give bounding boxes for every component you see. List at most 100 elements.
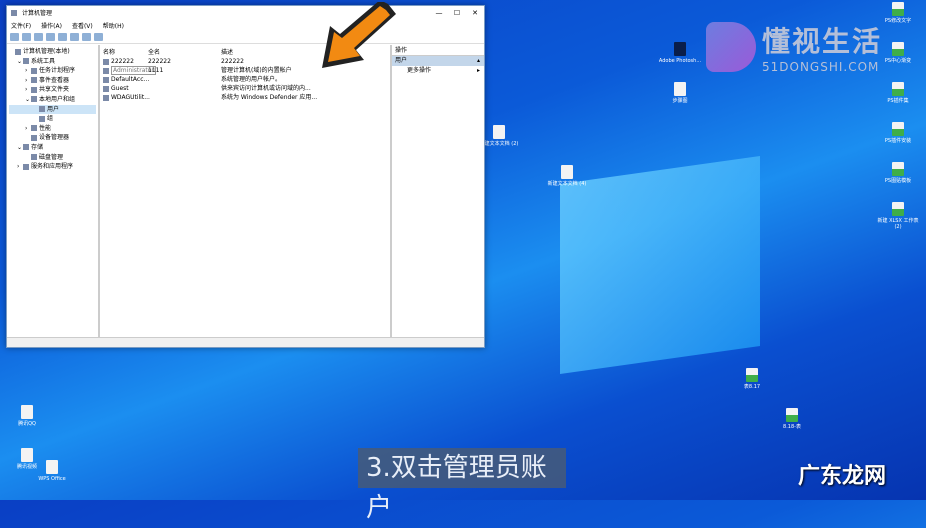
- export-icon[interactable]: [70, 33, 79, 41]
- logo-mark-icon: [706, 22, 756, 72]
- user-icon: [103, 67, 109, 74]
- table-row[interactable]: DefaultAcc... 系统管理的用户帐户。: [100, 75, 390, 84]
- back-icon[interactable]: [10, 33, 19, 41]
- tree-item-label: 用户: [47, 105, 60, 113]
- tree-item-label: 组: [47, 115, 54, 123]
- tree-item-label: 存储: [31, 143, 44, 151]
- column-fullname[interactable]: 全名: [148, 48, 221, 57]
- up-folder-icon[interactable]: [34, 33, 43, 41]
- desktop-icon-label: 8.18-表: [783, 424, 801, 430]
- table-row[interactable]: WDAGUtilit... 系统为 Windows Defender 应用...: [100, 93, 390, 102]
- user-description: 供来宾访问计算机或访问域的内...: [221, 85, 311, 92]
- tree-item-label: 共享文件夹: [39, 86, 70, 94]
- tree-item[interactable]: 设备管理器: [9, 133, 96, 143]
- desktop-icon-label: PS插件集: [887, 98, 909, 104]
- tree-item[interactable]: 用户: [9, 104, 96, 115]
- file-icon: [21, 448, 33, 462]
- menu-view[interactable]: 查看(V): [72, 21, 93, 30]
- tree-item[interactable]: ⌄ 存储: [9, 143, 96, 153]
- tree-item[interactable]: 组: [9, 114, 96, 124]
- desktop-icon[interactable]: 腾讯视频: [5, 448, 49, 470]
- desktop-icon[interactable]: 步骤图: [658, 82, 702, 104]
- tree-item-label: 性能: [39, 124, 52, 132]
- desktop-icon-label: Adobe Photosh...: [658, 58, 702, 64]
- submenu-arrow-icon: ▸: [476, 67, 480, 74]
- actions-section-users[interactable]: 用户 ▴: [392, 56, 484, 66]
- logo-watermark: 懂视生活 51DONGSHI.COM: [706, 20, 882, 74]
- tree-node-icon: [39, 115, 45, 122]
- column-name[interactable]: 名称: [100, 48, 148, 57]
- desktop-icon[interactable]: 腾讯QQ: [5, 405, 49, 427]
- subtitle-caption: 3.双击管理员账户: [358, 448, 566, 523]
- tree-node-icon: [31, 134, 37, 141]
- user-fullname: 1111: [148, 67, 164, 74]
- tree-item[interactable]: › 任务计划程序: [9, 66, 96, 76]
- user-icon: [103, 58, 109, 65]
- computer-management-icon: [11, 9, 17, 16]
- desktop-icon[interactable]: PS图贴模板: [876, 162, 920, 184]
- desktop-icon-label: WPS Office: [38, 476, 66, 482]
- tree-item-label: 系统工具: [31, 57, 56, 65]
- tree-item[interactable]: ⌄ 系统工具: [9, 57, 96, 67]
- desktop-icon[interactable]: 表8.17: [730, 368, 774, 390]
- tree-item[interactable]: 磁盘管理: [9, 153, 96, 163]
- desktop-icon[interactable]: Adobe Photosh...: [658, 42, 702, 64]
- wallpaper-window-logo: [560, 155, 760, 375]
- user-name: Guest: [111, 85, 129, 92]
- tree-item[interactable]: › 服务和应用程序: [9, 162, 96, 172]
- file-icon: [892, 122, 904, 136]
- table-row[interactable]: Guest 供来宾访问计算机或访问域的内...: [100, 84, 390, 93]
- desktop-icon-label: PS修改文字: [884, 18, 912, 24]
- close-button[interactable]: ✕: [466, 9, 484, 17]
- tree-item-label: 设备管理器: [39, 134, 70, 142]
- menu-action[interactable]: 操作(A): [41, 21, 62, 30]
- file-icon: [786, 408, 798, 422]
- action-pane-icon[interactable]: [94, 33, 103, 41]
- logo-name: 懂视生活: [762, 25, 883, 58]
- tree-node-icon: [31, 67, 37, 74]
- desktop-icon-label: 新建文本文档 (4): [547, 181, 587, 187]
- user-fullname: [148, 75, 221, 84]
- menu-file[interactable]: 文件(F): [11, 21, 31, 30]
- desktop-icon[interactable]: 新建文本文档 (4): [545, 165, 589, 187]
- desktop-icon[interactable]: 新建 XLSX 工作表 (2): [876, 202, 920, 230]
- tree-node-icon: [23, 163, 29, 170]
- desktop-icon[interactable]: PS中心渐变: [876, 42, 920, 64]
- menu-help[interactable]: 帮助(H): [103, 21, 124, 30]
- refresh-icon[interactable]: [58, 33, 67, 41]
- tree-node-icon: [31, 77, 37, 84]
- desktop-icon-label: PS图贴模板: [884, 178, 912, 184]
- user-fullname: [148, 84, 221, 93]
- help-icon[interactable]: [82, 33, 91, 41]
- file-icon: [674, 42, 686, 56]
- user-name: 222222: [111, 58, 134, 65]
- forward-icon[interactable]: [22, 33, 31, 41]
- desktop-icon[interactable]: PS修改文字: [876, 2, 920, 24]
- tree-item[interactable]: ⌄ 本地用户和组: [9, 95, 96, 105]
- tree-item[interactable]: 计算机管理(本地): [9, 47, 96, 57]
- title-bar: 计算机管理 — ☐ ✕: [7, 6, 484, 19]
- collapse-icon: ▴: [476, 57, 480, 64]
- site-watermark: 广东龙网: [798, 464, 887, 489]
- maximize-button[interactable]: ☐: [448, 9, 466, 17]
- desktop-icon[interactable]: 8.18-表: [770, 408, 814, 430]
- desktop-icon-label: 新建 XLSX 工作表 (2): [877, 218, 919, 230]
- tree-item[interactable]: › 共享文件夹: [9, 85, 96, 95]
- tree-item[interactable]: › 性能: [9, 124, 96, 134]
- tree-item[interactable]: › 事件查看器: [9, 76, 96, 86]
- tree-node-icon: [31, 154, 37, 161]
- show-tree-icon[interactable]: [46, 33, 55, 41]
- tree-item-label: 事件查看器: [39, 76, 70, 84]
- orange-arrow-annotation-icon: [322, 2, 396, 68]
- desktop-icon-label: 步骤图: [672, 98, 688, 104]
- tree-item-label: 计算机管理(本地): [23, 48, 70, 55]
- desktop-icon[interactable]: PS插件安装: [876, 122, 920, 144]
- user-fullname: 222222: [148, 58, 171, 65]
- user-icon: [103, 76, 109, 83]
- minimize-button[interactable]: —: [430, 9, 448, 17]
- desktop-icon[interactable]: PS插件集: [876, 82, 920, 104]
- tree-node-icon: [31, 125, 37, 132]
- more-actions-item[interactable]: 更多操作 ▸: [392, 66, 484, 76]
- user-icon: [103, 85, 109, 92]
- desktop-icon-label: PS插件安装: [884, 138, 912, 144]
